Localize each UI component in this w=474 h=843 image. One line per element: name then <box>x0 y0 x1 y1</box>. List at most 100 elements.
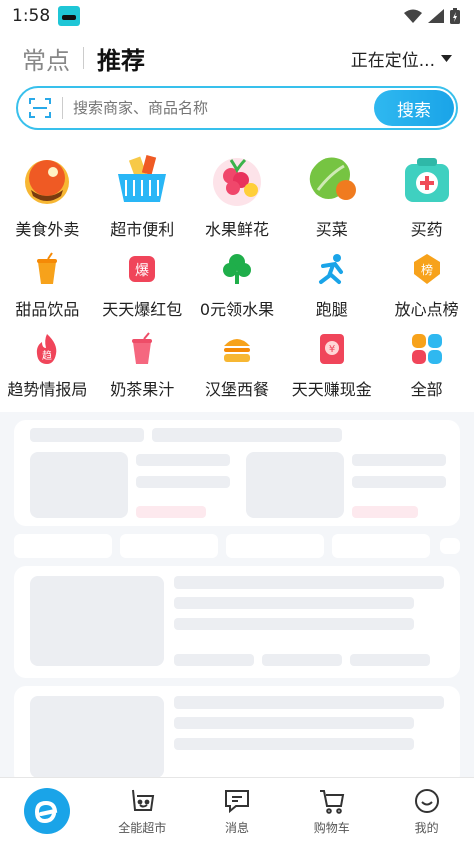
category-food-delivery[interactable]: 美食外卖 <box>0 146 95 246</box>
nav-label: 购物车 <box>313 820 350 835</box>
category-label: 0元领水果 <box>199 300 275 319</box>
tab-often[interactable]: 常点 <box>22 41 70 76</box>
top-header: 常点 推荐 正在定位... <box>0 32 474 84</box>
skeleton-bar <box>152 428 342 442</box>
status-icons <box>404 8 460 24</box>
search-bar: 搜索 <box>0 84 474 140</box>
category-red-packet[interactable]: 爆 天天爆红包 <box>95 246 190 326</box>
burger-icon <box>223 339 250 362</box>
tree-icon <box>222 254 251 284</box>
skeleton-bar <box>174 597 414 609</box>
category-label: 水果鲜花 <box>204 220 269 239</box>
skeleton-bar <box>174 696 444 709</box>
skeleton-bar <box>174 654 254 666</box>
skeleton-bar <box>352 454 446 466</box>
nav-label: 全能超市 <box>118 820 167 835</box>
skeleton-bar <box>136 506 206 518</box>
medicine-kit-icon <box>404 158 449 202</box>
category-all[interactable]: 全部 <box>379 326 474 406</box>
runner-icon <box>318 254 343 284</box>
clock-text: 1:58 <box>12 6 51 26</box>
category-label: 超市便利 <box>110 220 175 239</box>
category-label: 奶茶果汁 <box>110 380 175 399</box>
category-label: 跑腿 <box>315 300 348 319</box>
svg-text:¥: ¥ <box>329 344 335 355</box>
category-label: 买药 <box>410 220 443 239</box>
category-trends[interactable]: 趋 趋势情报局 <box>0 326 95 406</box>
svg-text:趋: 趋 <box>42 349 52 362</box>
red-packet-icon: 爆 <box>129 256 156 282</box>
battery-icon <box>450 8 460 24</box>
category-label: 汉堡西餐 <box>204 380 269 399</box>
category-fruit-flower[interactable]: 水果鲜花 <box>190 146 285 246</box>
nav-cart[interactable]: 购物车 <box>284 778 379 843</box>
category-vegetables[interactable]: 买菜 <box>284 146 379 246</box>
notification-app-icon <box>58 6 81 26</box>
skeleton-bar <box>350 654 430 666</box>
caret-down-icon <box>441 55 452 62</box>
drink-cup-icon <box>37 252 58 284</box>
cash-envelope-icon: ¥ <box>319 334 344 364</box>
category-label: 买菜 <box>315 220 348 239</box>
category-desserts-drinks[interactable]: 甜品饮品 <box>0 246 95 326</box>
tab-recommend[interactable]: 推荐 <box>97 41 145 76</box>
skeleton-bar <box>352 476 446 488</box>
category-label: 美食外卖 <box>15 220 80 239</box>
category-label: 天天爆红包 <box>102 300 183 319</box>
skeleton-image <box>30 452 128 518</box>
food-delivery-icon <box>25 160 70 204</box>
nav-label: 消息 <box>224 820 249 835</box>
nav-supermarket[interactable]: 全能超市 <box>95 778 190 843</box>
category-free-fruit[interactable]: 0元领水果 <box>190 246 285 326</box>
nav-profile[interactable]: 我的 <box>379 778 474 843</box>
category-supermarket[interactable]: 超市便利 <box>95 146 190 246</box>
search-button[interactable]: 搜索 <box>374 90 454 126</box>
skeleton-image <box>246 452 344 518</box>
category-row-2: 甜品饮品 爆 天天爆红包 0元领水果 跑腿 榜 放心点榜 <box>0 246 474 326</box>
skeleton-bar <box>262 654 342 666</box>
category-label: 全部 <box>410 380 443 399</box>
skeleton-bar <box>174 717 414 729</box>
search-box[interactable]: 搜索 <box>16 86 458 130</box>
wifi-icon <box>404 9 422 23</box>
category-milk-tea[interactable]: 奶茶果汁 <box>95 326 190 406</box>
skeleton-bar <box>174 738 414 750</box>
category-errand[interactable]: 跑腿 <box>284 246 379 326</box>
nav-home[interactable] <box>0 778 95 843</box>
profile-icon <box>414 788 439 813</box>
tab-divider <box>83 47 84 69</box>
category-burger[interactable]: 汉堡西餐 <box>190 326 285 406</box>
svg-text:爆: 爆 <box>135 263 149 279</box>
status-time: 1:58 <box>12 6 81 26</box>
skeleton-bar <box>352 506 418 518</box>
basket-icon <box>132 789 155 811</box>
cart-icon <box>319 789 344 814</box>
skeleton-filter-chip <box>14 534 112 558</box>
skeleton-bar <box>136 476 230 488</box>
location-text: 正在定位... <box>350 51 435 71</box>
supermarket-basket-icon <box>118 155 167 202</box>
milk-tea-icon <box>132 332 153 364</box>
skeleton-filter-chip <box>440 538 460 554</box>
category-medicine[interactable]: 买药 <box>379 146 474 246</box>
category-row-1: 美食外卖 超市便利 水果鲜花 买菜 买药 <box>0 146 474 246</box>
svg-text:榜: 榜 <box>421 262 433 277</box>
category-earn-cash[interactable]: ¥ 天天赚现金 <box>284 326 379 406</box>
eleme-home-icon <box>24 787 71 834</box>
fruit-flower-icon <box>212 158 261 206</box>
category-ranking[interactable]: 榜 放心点榜 <box>379 246 474 326</box>
category-label: 天天赚现金 <box>291 380 372 399</box>
message-icon <box>224 789 249 813</box>
location-selector[interactable]: 正在定位... <box>351 46 452 71</box>
vegetables-icon <box>309 157 356 200</box>
skeleton-bar <box>174 618 414 630</box>
search-divider <box>62 97 63 119</box>
category-label: 甜品饮品 <box>15 300 80 319</box>
scan-icon[interactable] <box>18 97 62 119</box>
category-label: 趋势情报局 <box>7 380 88 399</box>
signal-icon <box>428 9 444 23</box>
skeleton-filter-chip <box>332 534 430 558</box>
skeleton-filter-chip <box>226 534 324 558</box>
nav-messages[interactable]: 消息 <box>190 778 285 843</box>
skeleton-filter-chip <box>120 534 218 558</box>
